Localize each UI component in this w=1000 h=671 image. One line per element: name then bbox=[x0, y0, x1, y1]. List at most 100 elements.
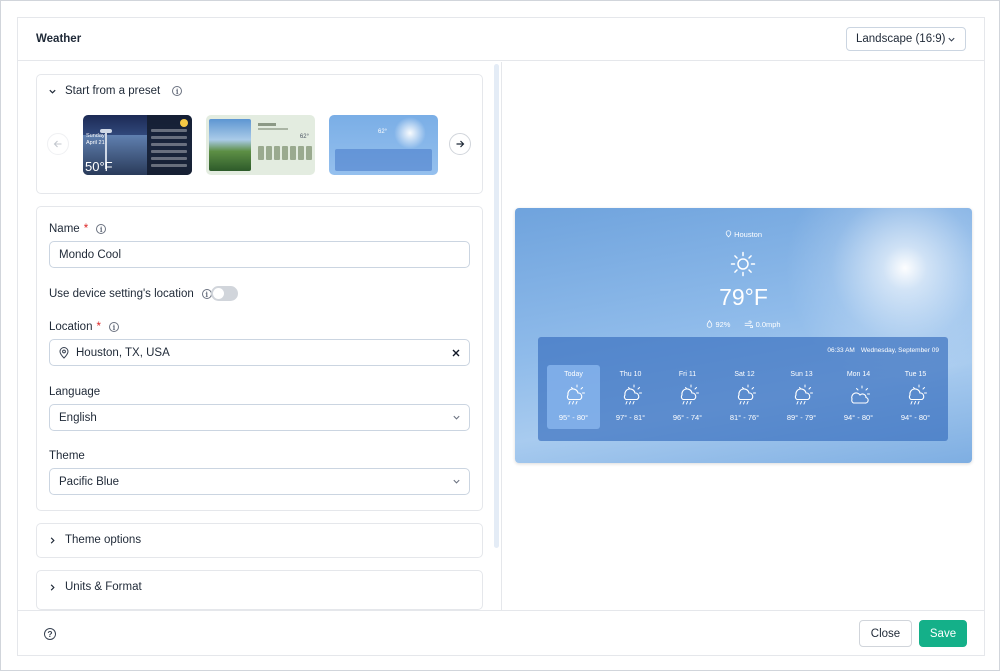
required-mark: * bbox=[83, 223, 89, 235]
preview-city: Houston bbox=[515, 230, 972, 239]
save-button[interactable]: Save bbox=[919, 620, 967, 647]
arrow-right-icon bbox=[456, 140, 465, 148]
forecast-day-name: Thu 10 bbox=[619, 371, 642, 378]
name-label: Name * i bbox=[49, 223, 107, 235]
forecast-day-name: Sun 13 bbox=[790, 371, 813, 378]
language-label: Language bbox=[49, 386, 101, 398]
chevron-down-icon bbox=[948, 37, 955, 42]
theme-options-section[interactable]: Theme options bbox=[36, 523, 483, 558]
forecast-day: Thu 10 97° - 81° bbox=[604, 365, 657, 429]
thumbnail-forecast-columns bbox=[258, 146, 312, 160]
forecast-day-range: 95° - 80° bbox=[558, 413, 589, 422]
thumbnail-date: Sunday April 21 bbox=[86, 133, 105, 146]
arrow-left-icon bbox=[53, 140, 62, 148]
forecast-time: 06:33 AM bbox=[827, 347, 855, 354]
settings-panel: Start from a preset i Sunday April 21 50… bbox=[18, 62, 501, 610]
forecast-day: Sat 12 81° - 76° bbox=[718, 365, 771, 429]
rain-sun-icon bbox=[908, 384, 927, 405]
name-input[interactable]: Mondo Cool bbox=[49, 241, 470, 268]
preview-temperature: 79°F bbox=[719, 284, 768, 310]
units-format-header: Units & Format bbox=[48, 581, 142, 593]
weather-form: Name * i Mondo Cool Use device setting's… bbox=[36, 206, 483, 511]
thumbnail-forecast-panel bbox=[147, 115, 192, 175]
preview-panel: Houston 79°F 92% 0.0mph 06:33 AM Wednesd… bbox=[502, 62, 984, 610]
rain-sun-icon bbox=[680, 384, 699, 405]
forecast-day: Mon 14 94° - 80° bbox=[832, 365, 885, 429]
chevron-down-icon bbox=[453, 479, 460, 484]
units-format-section[interactable]: Units & Format bbox=[36, 570, 483, 610]
device-location-label: Use device setting's location i bbox=[49, 288, 212, 300]
forecast-day-name: Today bbox=[564, 371, 583, 378]
settings-scrollbar[interactable] bbox=[494, 64, 499, 548]
forecast-day-range: 94° - 80° bbox=[900, 413, 931, 422]
forecast-day: Fri 11 96° - 74° bbox=[661, 365, 714, 429]
forecast-day-range: 97° - 81° bbox=[615, 413, 646, 422]
droplet-icon bbox=[707, 320, 713, 328]
rain-sun-icon bbox=[623, 384, 642, 405]
theme-options-header: Theme options bbox=[48, 534, 141, 546]
close-button[interactable]: Close bbox=[859, 620, 912, 647]
preset-section: Start from a preset i Sunday April 21 50… bbox=[36, 74, 483, 194]
preset-thumbnail-nature[interactable]: 62° bbox=[206, 115, 315, 175]
location-label: Location * i bbox=[49, 321, 119, 333]
dialog-header: Weather Landscape (16:9) bbox=[18, 18, 984, 61]
partly-cloudy-icon bbox=[851, 385, 870, 404]
forecast-day-range: 81° - 76° bbox=[729, 413, 760, 422]
theme-select[interactable]: Pacific Blue bbox=[49, 468, 470, 495]
thumbnail-landscape-image bbox=[209, 119, 251, 171]
clear-icon[interactable] bbox=[451, 348, 461, 358]
theme-label: Theme bbox=[49, 450, 85, 462]
forecast-day: Today 95° - 80° bbox=[547, 365, 600, 429]
preset-header[interactable]: Start from a preset i bbox=[48, 85, 183, 97]
chevron-down-icon bbox=[49, 89, 56, 94]
preset-prev-button[interactable] bbox=[47, 133, 69, 155]
aspect-ratio-value: Landscape (16:9) bbox=[856, 33, 946, 45]
forecast-day-range: 96° - 74° bbox=[672, 413, 703, 422]
rain-sun-icon bbox=[794, 384, 813, 405]
forecast-day-name: Tue 15 bbox=[904, 371, 927, 378]
preset-heading: Start from a preset bbox=[65, 85, 161, 97]
sun-glow-image bbox=[394, 117, 426, 149]
device-location-toggle[interactable] bbox=[211, 286, 238, 301]
forecast-day-name: Sat 12 bbox=[734, 371, 755, 378]
forecast-panel: 06:33 AM Wednesday, September 09 Today 95… bbox=[538, 337, 948, 441]
forecast-day-range: 89° - 79° bbox=[786, 413, 817, 422]
info-icon[interactable]: i bbox=[108, 322, 119, 332]
chevron-right-icon bbox=[50, 536, 55, 544]
toggle-knob bbox=[213, 288, 224, 299]
forecast-days: Today 95° - 80° Thu 10 97° - 81° Fri 11 96° -… bbox=[547, 365, 942, 429]
info-icon[interactable]: i bbox=[96, 224, 107, 234]
location-input[interactable]: Houston, TX, USA bbox=[49, 339, 470, 366]
wind-readout: 0.0mph bbox=[744, 320, 781, 329]
forecast-day-name: Fri 11 bbox=[678, 371, 697, 378]
help-icon[interactable]: ? bbox=[44, 628, 56, 640]
window-frame: Weather Landscape (16:9) Start from a pr… bbox=[0, 0, 1000, 671]
preview-conditions: 92% 0.0mph bbox=[515, 320, 972, 329]
info-icon[interactable]: i bbox=[172, 86, 183, 96]
map-pin-icon bbox=[725, 230, 732, 238]
thumbnail-temp: 62° bbox=[378, 129, 388, 135]
forecast-day-name: Mon 14 bbox=[846, 371, 871, 378]
chevron-down-icon bbox=[453, 415, 460, 420]
dialog-footer: ? Close Save bbox=[18, 610, 984, 655]
thumbnail-forecast-strip bbox=[335, 149, 432, 171]
wind-icon bbox=[745, 320, 754, 329]
dialog-title: Weather bbox=[36, 33, 82, 45]
preset-thumbnail-sky[interactable]: 62° bbox=[329, 115, 438, 175]
forecast-day: Tue 15 94° - 80° bbox=[889, 365, 942, 429]
language-select[interactable]: English bbox=[49, 404, 470, 431]
forecast-timestamp: 06:33 AM Wednesday, September 09 bbox=[827, 347, 939, 354]
required-mark: * bbox=[96, 321, 101, 333]
sun-icon bbox=[180, 119, 188, 127]
thumbnail-temp: 50°F bbox=[85, 159, 113, 174]
rain-sun-icon bbox=[737, 384, 756, 405]
map-pin-icon bbox=[59, 346, 69, 359]
weather-preview: Houston 79°F 92% 0.0mph 06:33 AM Wednesd… bbox=[515, 208, 972, 463]
preset-thumbnail-night[interactable]: Sunday April 21 50°F bbox=[83, 115, 192, 175]
forecast-day-range: 94° - 80° bbox=[843, 413, 874, 422]
sun-icon bbox=[730, 251, 756, 277]
preset-next-button[interactable] bbox=[449, 133, 471, 155]
aspect-ratio-select[interactable]: Landscape (16:9) bbox=[846, 27, 966, 51]
chevron-right-icon bbox=[50, 583, 55, 591]
forecast-date: Wednesday, September 09 bbox=[860, 347, 939, 354]
